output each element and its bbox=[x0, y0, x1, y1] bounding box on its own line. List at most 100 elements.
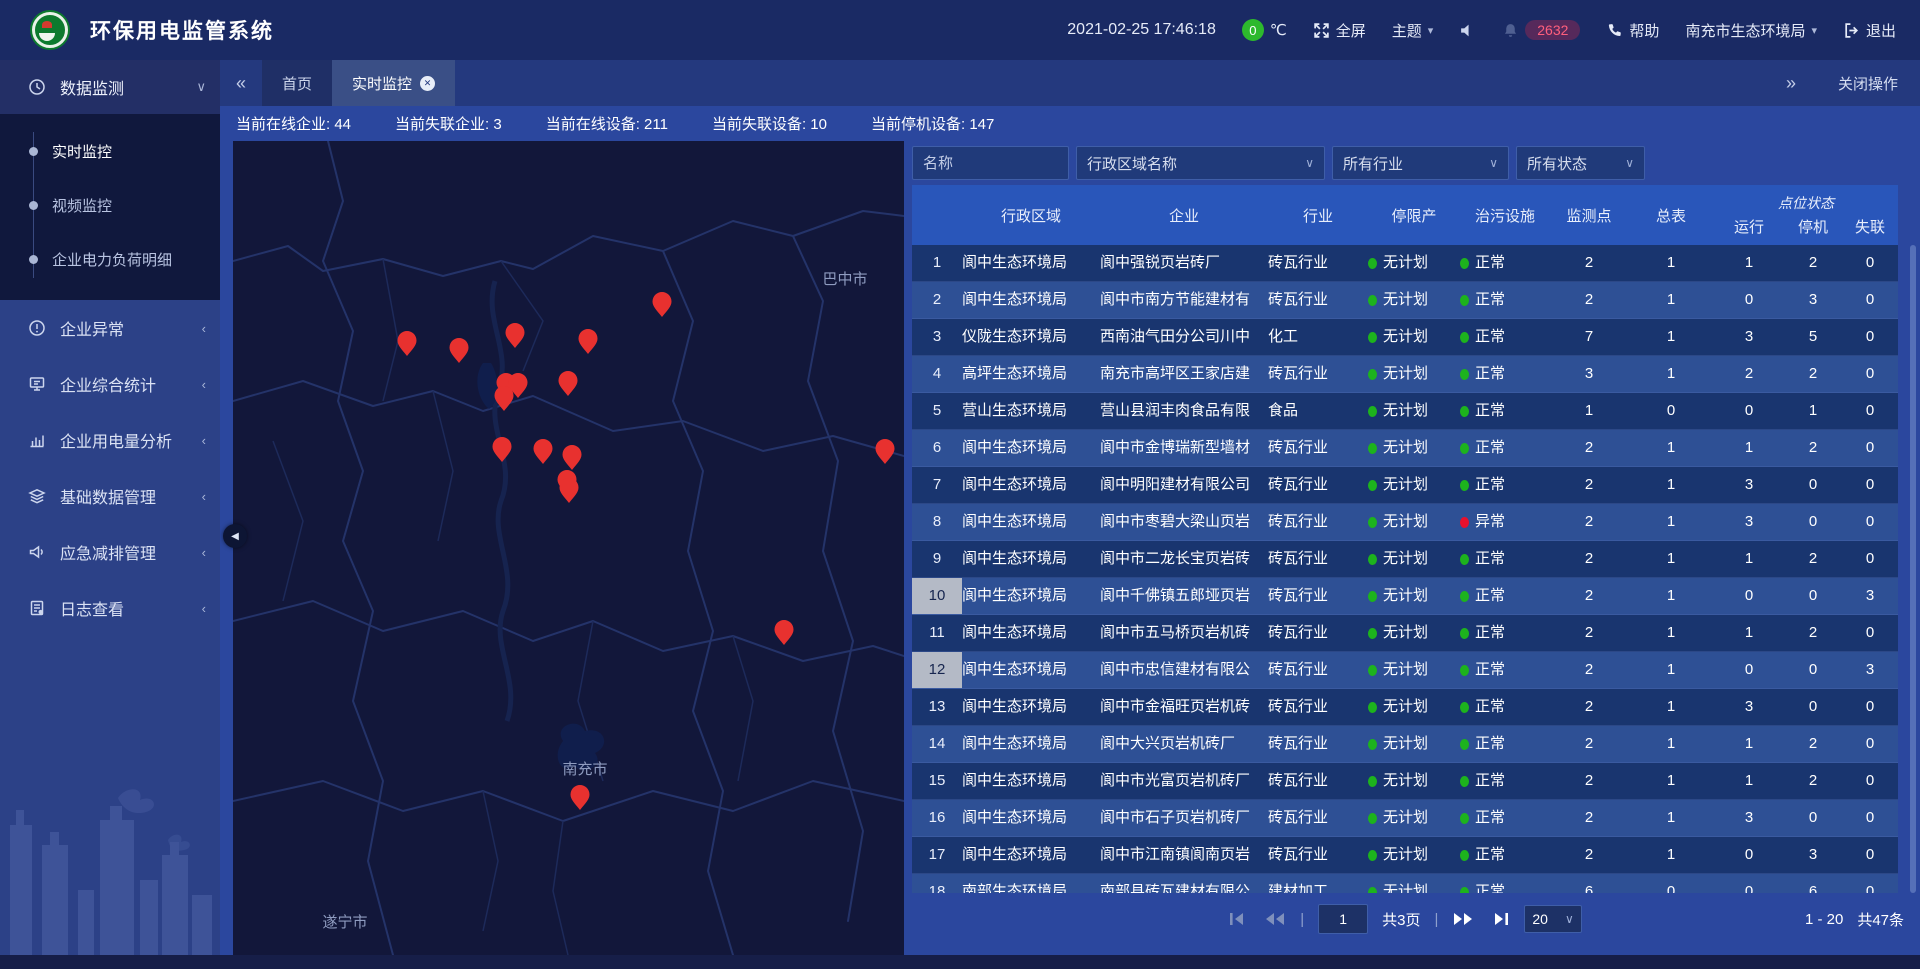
status-dot-icon bbox=[1460, 887, 1469, 894]
cell-production-limit-text: 无计划 bbox=[1383, 615, 1428, 651]
sidebar-item-应急减排管理[interactable]: 应急减排管理‹ bbox=[0, 524, 220, 580]
cell-facility-status: 正常 bbox=[1460, 652, 1550, 688]
select-caret-icon: ∨ bbox=[1565, 912, 1574, 926]
tab-realtime-monitor[interactable]: 实时监控 ✕ bbox=[332, 60, 455, 106]
status-dot-icon bbox=[1460, 332, 1469, 343]
tabs-scroll-left-icon[interactable]: « bbox=[220, 73, 262, 94]
region-filter-select[interactable]: 行政区域名称 ∨ bbox=[1076, 146, 1325, 180]
cell-facility-status: 异常 bbox=[1460, 504, 1550, 540]
cell-production-limit-text: 无计划 bbox=[1383, 800, 1428, 836]
table-row[interactable]: 3仪陇生态环境局西南油气田分公司川中化工无计划正常71350 bbox=[912, 319, 1898, 356]
last-page-icon[interactable] bbox=[1488, 912, 1510, 926]
page-number-input[interactable] bbox=[1318, 904, 1368, 934]
cell-production-limit: 无计划 bbox=[1368, 837, 1460, 873]
cell-master-meter: 1 bbox=[1628, 430, 1714, 466]
cell-disconnected: 3 bbox=[1842, 652, 1898, 688]
cell-company: 营山县润丰肉食品有限 bbox=[1100, 393, 1268, 429]
cell-monitor-points: 2 bbox=[1550, 763, 1628, 799]
panel-collapse-handle[interactable]: ◀ bbox=[223, 524, 247, 548]
row-index: 5 bbox=[912, 393, 962, 429]
table-row[interactable]: 18南部生态环境局南部县砖瓦建材有限公建材加工无计划正常60060 bbox=[912, 874, 1898, 893]
mute-button[interactable] bbox=[1459, 22, 1476, 39]
logout-button[interactable]: 退出 bbox=[1843, 20, 1896, 41]
table-row[interactable]: 15阆中生态环境局阆中市光富页岩机砖厂砖瓦行业无计划正常21120 bbox=[912, 763, 1898, 800]
cell-production-limit: 无计划 bbox=[1368, 615, 1460, 651]
table-row[interactable]: 11阆中生态环境局阆中市五马桥页岩机砖砖瓦行业无计划正常21120 bbox=[912, 615, 1898, 652]
map-city-label: 巴中市 bbox=[822, 271, 867, 288]
tabs-scroll-right-icon[interactable]: » bbox=[1770, 73, 1812, 94]
table-scrollbar[interactable] bbox=[1910, 245, 1916, 893]
tab-home[interactable]: 首页 bbox=[262, 60, 332, 106]
first-page-icon[interactable] bbox=[1228, 912, 1250, 926]
prev-page-icon[interactable] bbox=[1264, 912, 1286, 926]
status-dot-icon bbox=[1368, 813, 1377, 824]
cell-stopped: 0 bbox=[1784, 504, 1842, 540]
log-icon bbox=[28, 599, 46, 617]
table-row[interactable]: 13阆中生态环境局阆中市金福旺页岩机砖砖瓦行业无计划正常21300 bbox=[912, 689, 1898, 726]
chevron-collapsed-icon: ‹ bbox=[202, 601, 206, 616]
cell-monitor-points: 2 bbox=[1550, 726, 1628, 762]
cell-master-meter: 1 bbox=[1628, 837, 1714, 873]
col-disconnected: 失联 bbox=[1842, 216, 1898, 237]
cell-region: 阆中生态环境局 bbox=[962, 800, 1100, 836]
cell-master-meter: 1 bbox=[1628, 689, 1714, 725]
table-row[interactable]: 10阆中生态环境局阆中千佛镇五郎垭页岩砖瓦行业无计划正常21003 bbox=[912, 578, 1898, 615]
fullscreen-button[interactable]: 全屏 bbox=[1313, 20, 1366, 41]
next-page-icon[interactable] bbox=[1452, 912, 1474, 926]
cell-region: 营山生态环境局 bbox=[962, 393, 1100, 429]
select-caret-icon: ∨ bbox=[1625, 156, 1634, 170]
sidebar-item-日志查看[interactable]: 日志查看‹ bbox=[0, 580, 220, 636]
status-filter-select[interactable]: 所有状态 ∨ bbox=[1516, 146, 1645, 180]
cell-industry: 砖瓦行业 bbox=[1268, 467, 1368, 503]
status-stat: 当前失联设备: 10 bbox=[712, 113, 827, 134]
sidebar-item-实时监控[interactable]: 实时监控 bbox=[0, 124, 220, 178]
col-stopped: 停机 bbox=[1784, 216, 1842, 237]
table-row[interactable]: 17阆中生态环境局阆中市江南镇阆南页岩砖瓦行业无计划正常21030 bbox=[912, 837, 1898, 874]
sidebar-item-企业综合统计[interactable]: 企业综合统计‹ bbox=[0, 356, 220, 412]
sidebar-section-数据监测[interactable]: 数据监测∨ bbox=[0, 60, 220, 114]
map[interactable]: 巴中市南充市遂宁市 bbox=[233, 141, 904, 955]
cell-disconnected: 0 bbox=[1842, 541, 1898, 577]
table-row[interactable]: 12阆中生态环境局阆中市忠信建材有限公砖瓦行业无计划正常21003 bbox=[912, 652, 1898, 689]
help-button[interactable]: 帮助 bbox=[1606, 20, 1659, 41]
cell-stopped: 6 bbox=[1784, 874, 1842, 893]
industry-filter-select[interactable]: 所有行业 ∨ bbox=[1332, 146, 1509, 180]
table-row[interactable]: 9阆中生态环境局阆中市二龙长宝页岩砖砖瓦行业无计划正常21120 bbox=[912, 541, 1898, 578]
notifications[interactable]: 2632 bbox=[1502, 20, 1580, 40]
sidebar-item-企业异常[interactable]: 企业异常‹ bbox=[0, 300, 220, 356]
col-master-meter: 总表 bbox=[1628, 185, 1714, 245]
table-row[interactable]: 4高坪生态环境局南充市高坪区王家店建砖瓦行业无计划正常31220 bbox=[912, 356, 1898, 393]
table-row[interactable]: 7阆中生态环境局阆中明阳建材有限公司砖瓦行业无计划正常21300 bbox=[912, 467, 1898, 504]
sidebar-item-企业电力负荷明细[interactable]: 企业电力负荷明细 bbox=[0, 232, 220, 286]
close-operations-button[interactable]: 关闭操作 bbox=[1838, 73, 1898, 94]
table-row[interactable]: 16阆中生态环境局阆中市石子页岩机砖厂砖瓦行业无计划正常21300 bbox=[912, 800, 1898, 837]
page-size-select[interactable]: 20 ∨ bbox=[1524, 905, 1581, 933]
table-row[interactable]: 8阆中生态环境局阆中市枣碧大梁山页岩砖瓦行业无计划异常21300 bbox=[912, 504, 1898, 541]
cell-monitor-points: 6 bbox=[1550, 874, 1628, 893]
status-dot-icon bbox=[1460, 480, 1469, 491]
name-filter-input[interactable] bbox=[912, 146, 1069, 180]
row-index: 12 bbox=[912, 652, 962, 688]
table-row[interactable]: 14阆中生态环境局阆中大兴页岩机砖厂砖瓦行业无计划正常21120 bbox=[912, 726, 1898, 763]
table-row[interactable]: 6阆中生态环境局阆中市金博瑞新型墙材砖瓦行业无计划正常21120 bbox=[912, 430, 1898, 467]
status-dot-icon bbox=[1460, 443, 1469, 454]
cell-disconnected: 0 bbox=[1842, 467, 1898, 503]
status-dot-icon bbox=[1460, 591, 1469, 602]
cell-production-limit-text: 无计划 bbox=[1383, 282, 1428, 318]
cell-company: 阆中明阳建材有限公司 bbox=[1100, 467, 1268, 503]
table-row[interactable]: 1阆中生态环境局阆中强锐页岩砖厂砖瓦行业无计划正常21120 bbox=[912, 245, 1898, 282]
table-row[interactable]: 2阆中生态环境局阆中市南方节能建材有砖瓦行业无计划正常21030 bbox=[912, 282, 1898, 319]
status-dot-icon bbox=[1368, 702, 1377, 713]
tab-close-icon[interactable]: ✕ bbox=[420, 76, 435, 91]
main-content: 当前在线企业: 44当前失联企业: 3当前在线设备: 211当前失联设备: 10… bbox=[220, 106, 1920, 969]
sidebar-item-企业用电量分析[interactable]: 企业用电量分析‹ bbox=[0, 412, 220, 468]
sidebar-item-视频监控[interactable]: 视频监控 bbox=[0, 178, 220, 232]
org-dropdown[interactable]: 南充市生态环境局 ▾ bbox=[1685, 20, 1817, 41]
sidebar-item-基础数据管理[interactable]: 基础数据管理‹ bbox=[0, 468, 220, 524]
theme-dropdown[interactable]: 主题 ▾ bbox=[1392, 20, 1434, 41]
status-dot-icon bbox=[1368, 591, 1377, 602]
cell-running: 3 bbox=[1714, 467, 1784, 503]
cell-facility-status-text: 正常 bbox=[1475, 541, 1505, 577]
table-row[interactable]: 5营山生态环境局营山县润丰肉食品有限食品无计划正常10010 bbox=[912, 393, 1898, 430]
cell-region: 阆中生态环境局 bbox=[962, 578, 1100, 614]
